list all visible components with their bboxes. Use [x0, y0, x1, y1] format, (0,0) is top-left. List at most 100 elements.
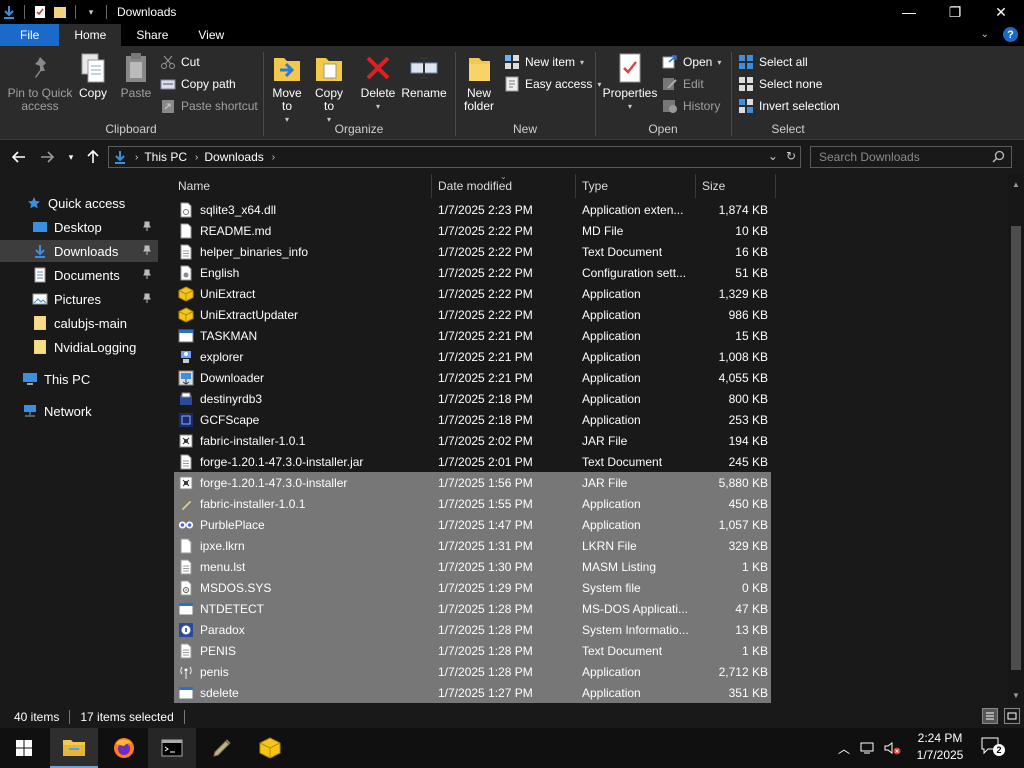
move-to-button[interactable]: Move to ▾ — [270, 52, 304, 126]
file-row[interactable]: explorer 1/7/2025 2:21 PM Application 1,008… — [174, 346, 771, 367]
forward-button[interactable] — [38, 148, 56, 166]
customize-qat-icon[interactable]: ▾ — [84, 5, 98, 19]
scrollbar-thumb[interactable] — [1011, 226, 1021, 670]
copy-path-button[interactable]: Copy path — [160, 76, 236, 92]
select-none-button[interactable]: Select none — [738, 76, 822, 92]
tab-home[interactable]: Home — [59, 24, 122, 46]
volume-muted-icon[interactable] — [884, 741, 902, 755]
taskbar-firefox[interactable] — [100, 728, 148, 768]
file-row[interactable]: PurblePlace 1/7/2025 1:47 PM Application 1,… — [174, 514, 771, 535]
file-row[interactable]: UniExtract 1/7/2025 2:22 PM Application 1,3… — [174, 283, 771, 304]
select-all-button[interactable]: Select all — [738, 54, 808, 70]
file-row[interactable]: Paradox 1/7/2025 1:28 PM System Informatio… — [174, 619, 771, 640]
vertical-scrollbar[interactable]: ▲ ▼ — [1008, 174, 1024, 705]
file-row[interactable]: penis 1/7/2025 1:28 PM Application 2,712 KB — [174, 661, 771, 682]
pin-to-quick-access-button[interactable]: Pin to Quick access — [6, 52, 74, 113]
column-header-name[interactable]: Name — [172, 174, 432, 198]
new-item-button[interactable]: New item ▾ — [504, 54, 584, 70]
delete-button[interactable]: Delete ▾ — [360, 52, 396, 113]
file-row[interactable]: Downloader 1/7/2025 2:21 PM Application 4,0… — [174, 367, 771, 388]
paste-shortcut-button[interactable]: Paste shortcut — [160, 98, 258, 114]
nav-item-network[interactable]: Network — [0, 400, 158, 422]
breadcrumb-this-pc[interactable]: This PC — [144, 150, 187, 164]
new-folder-button[interactable]: New folder — [460, 52, 498, 113]
taskbar-file-explorer[interactable] — [50, 728, 98, 768]
large-icons-view-icon[interactable] — [1004, 708, 1020, 724]
recent-locations-button[interactable]: ▾ — [62, 148, 80, 166]
file-row[interactable]: TASKMAN 1/7/2025 2:21 PM Application 15 KB — [174, 325, 771, 346]
file-row[interactable]: sqlite3_x64.dll 1/7/2025 2:23 PM Applicati… — [174, 199, 771, 220]
paste-button[interactable]: Paste — [118, 52, 154, 100]
nav-item-nvidialogging[interactable]: NvidiaLogging — [0, 336, 158, 358]
nav-item-pictures[interactable]: Pictures — [0, 288, 158, 310]
nav-item-documents[interactable]: Documents — [0, 264, 158, 286]
new-group: New folder New item ▾ Easy access ▾ New — [456, 46, 601, 140]
file-row[interactable]: menu.lst 1/7/2025 1:30 PM MASM Listing 1 KB — [174, 556, 771, 577]
column-header-type[interactable]: Type — [576, 174, 696, 198]
tab-share[interactable]: Share — [121, 24, 183, 46]
nav-item-downloads[interactable]: Downloads — [0, 240, 158, 262]
new-folder-qat-icon[interactable] — [53, 5, 67, 19]
properties-button[interactable]: Properties ▾ — [602, 52, 658, 113]
taskbar-app-pen[interactable] — [198, 728, 246, 768]
copy-to-button[interactable]: Copy to ▾ — [312, 52, 346, 126]
rename-button[interactable]: Rename — [401, 52, 447, 100]
file-row[interactable]: English 1/7/2025 2:22 PM Configuration set… — [174, 262, 771, 283]
file-row[interactable]: ipxe.lkrn 1/7/2025 1:31 PM LKRN File 329 KB — [174, 535, 771, 556]
file-row[interactable]: destinyrdb3 1/7/2025 2:18 PM Application 80… — [174, 388, 771, 409]
maximize-button[interactable]: ❐ — [932, 0, 978, 24]
show-hidden-icons-icon[interactable]: ︿ — [838, 740, 850, 757]
file-row[interactable]: sdelete 1/7/2025 1:27 PM Application 351 KB — [174, 682, 771, 703]
back-button[interactable] — [10, 148, 28, 166]
expand-ribbon-icon[interactable]: ⌄ — [981, 29, 989, 40]
nav-item-quick-access[interactable]: Quick access — [0, 192, 158, 214]
breadcrumb-downloads[interactable]: Downloads — [204, 150, 263, 164]
copy-button[interactable]: Copy — [76, 52, 110, 100]
start-button[interactable] — [0, 728, 48, 768]
scroll-up-icon[interactable]: ▲ — [1008, 176, 1024, 192]
file-row[interactable]: MSDOS.SYS 1/7/2025 1:29 PM System file 0 KB — [174, 577, 771, 598]
close-button[interactable]: ✕ — [978, 0, 1024, 24]
clock[interactable]: 2:24 PM 1/7/2025 — [912, 730, 968, 764]
file-row[interactable]: forge-1.20.1-47.3.0-installer.jar 1/7/202… — [174, 451, 771, 472]
invert-selection-button[interactable]: Invert selection — [738, 98, 840, 114]
refresh-icon[interactable]: ↻ — [786, 149, 796, 163]
tab-view[interactable]: View — [183, 24, 239, 46]
file-row[interactable]: UniExtractUpdater 1/7/2025 2:22 PM Applica… — [174, 304, 771, 325]
search-input[interactable] — [811, 147, 981, 167]
network-tray-icon[interactable] — [860, 741, 876, 755]
scroll-down-icon[interactable]: ▼ — [1008, 687, 1024, 703]
file-row[interactable]: fabric-installer-1.0.1 1/7/2025 2:02 PM JA… — [174, 430, 771, 451]
file-row[interactable]: README.md 1/7/2025 2:22 PM MD File 10 KB — [174, 220, 771, 241]
file-row[interactable]: PENIS 1/7/2025 1:28 PM Text Document 1 KB — [174, 640, 771, 661]
nav-item-calubjs-main[interactable]: calubjs-main — [0, 312, 158, 334]
notification-center-button[interactable]: 2 — [980, 736, 1006, 760]
nav-item-desktop[interactable]: Desktop — [0, 216, 158, 238]
search-box[interactable] — [810, 146, 1012, 168]
edit-button[interactable]: Edit — [662, 76, 704, 92]
tab-file[interactable]: File — [0, 24, 60, 46]
file-row[interactable]: GCFScape 1/7/2025 2:18 PM Application 253 K… — [174, 409, 771, 430]
open-button[interactable]: Open ▾ — [662, 54, 721, 70]
help-icon[interactable]: ? — [1003, 27, 1018, 42]
history-button[interactable]: History — [662, 98, 720, 114]
file-row[interactable]: helper_binaries_info 1/7/2025 2:22 PM Text… — [174, 241, 771, 262]
nav-item-this-pc[interactable]: This PC — [0, 368, 158, 390]
taskbar-terminal[interactable] — [148, 728, 196, 768]
up-button[interactable] — [84, 148, 102, 166]
file-name-cell: sdelete — [178, 682, 432, 703]
taskbar-uniextract[interactable] — [246, 728, 294, 768]
address-bar[interactable]: › This PC › Downloads › ⌄ ↻ — [108, 146, 801, 168]
cut-button[interactable]: Cut — [160, 54, 200, 70]
column-header-size[interactable]: Size — [696, 174, 776, 198]
details-view-icon[interactable] — [982, 708, 998, 724]
file-row[interactable]: forge-1.20.1-47.3.0-installer 1/7/2025 1:… — [174, 472, 771, 493]
file-row[interactable]: fabric-installer-1.0.1 1/7/2025 1:55 PM Ap… — [174, 493, 771, 514]
file-type: Application — [582, 349, 641, 364]
file-row[interactable]: NTDETECT 1/7/2025 1:28 PM MS-DOS Applicati… — [174, 598, 771, 619]
easy-access-button[interactable]: Easy access ▾ — [504, 76, 601, 92]
properties-qat-icon[interactable] — [33, 5, 47, 19]
address-history-dropdown-icon[interactable]: ⌄ — [768, 149, 778, 163]
jar-icon — [178, 433, 194, 449]
minimize-button[interactable]: — — [886, 0, 932, 24]
